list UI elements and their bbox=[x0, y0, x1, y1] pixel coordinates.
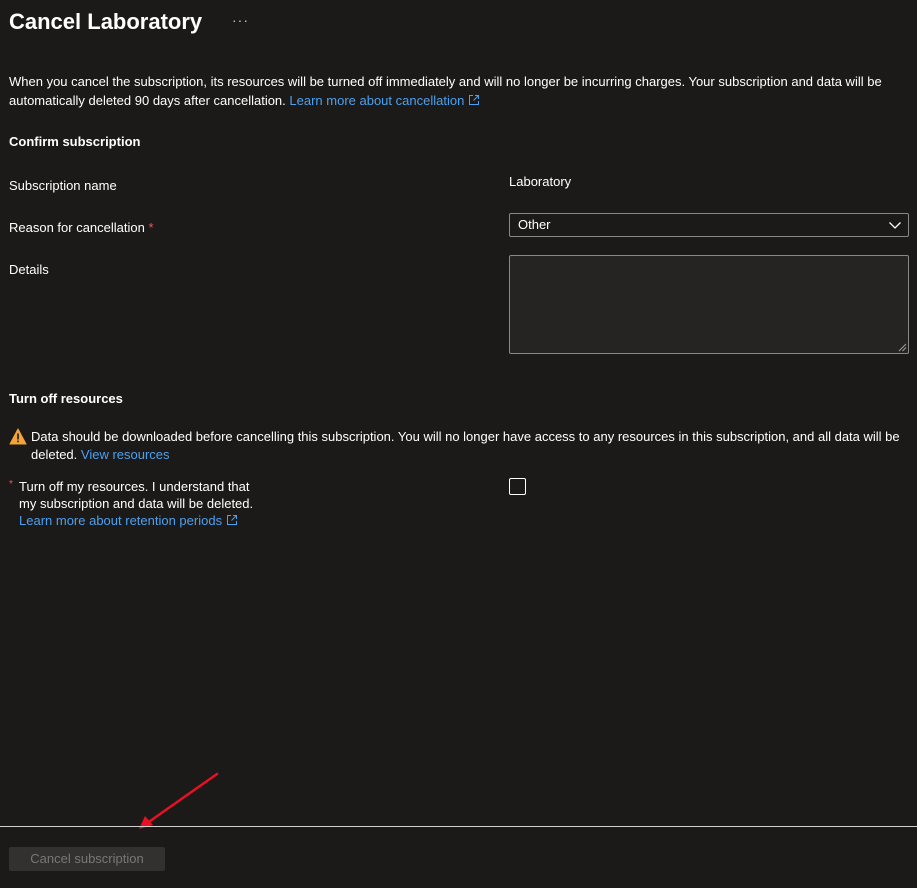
warning-icon bbox=[9, 428, 27, 445]
retention-link[interactable]: Learn more about retention periods bbox=[19, 513, 238, 528]
cancel-subscription-page: Cancel Laboratory ··· When you cancel th… bbox=[0, 0, 917, 888]
resize-grip-icon[interactable] bbox=[898, 343, 907, 352]
view-resources-link[interactable]: View resources bbox=[81, 447, 170, 462]
retention-link-label: Learn more about retention periods bbox=[19, 513, 223, 528]
turn-off-resources-heading: Turn off resources bbox=[9, 391, 123, 406]
warning-message: Data should be downloaded before cancell… bbox=[31, 428, 911, 464]
cancel-subscription-button[interactable]: Cancel subscription bbox=[9, 847, 165, 871]
subscription-name-label: Subscription name bbox=[9, 178, 117, 193]
learn-more-cancellation-link[interactable]: Learn more about cancellation bbox=[289, 93, 480, 108]
intro-paragraph: When you cancel the subscription, its re… bbox=[9, 72, 913, 110]
footer-divider bbox=[0, 826, 917, 827]
details-textarea[interactable] bbox=[509, 255, 909, 354]
external-link-icon bbox=[469, 95, 480, 105]
reason-label-text: Reason for cancellation bbox=[9, 220, 145, 235]
reason-select[interactable]: Other bbox=[509, 213, 909, 237]
ack-checkbox[interactable] bbox=[509, 478, 526, 495]
external-link-icon bbox=[227, 515, 238, 525]
ack-line-2: my subscription and data will be deleted… bbox=[19, 496, 254, 511]
details-label: Details bbox=[9, 262, 49, 277]
learn-more-cancellation-label: Learn more about cancellation bbox=[289, 93, 465, 108]
reason-label: Reason for cancellation * bbox=[9, 219, 154, 237]
page-title: Cancel Laboratory bbox=[9, 9, 203, 34]
required-marker: * bbox=[148, 220, 154, 235]
more-icon[interactable]: ··· bbox=[232, 10, 249, 30]
ack-required-marker: * bbox=[9, 479, 13, 490]
ack-line-1: Turn off my resources. I understand that bbox=[19, 479, 250, 494]
chevron-down-icon bbox=[889, 222, 901, 229]
ack-label: Turn off my resources. I understand that… bbox=[19, 478, 279, 529]
annotation-arrow-icon bbox=[139, 772, 219, 829]
reason-select-value: Other bbox=[518, 217, 551, 232]
subscription-name-value: Laboratory bbox=[509, 174, 572, 189]
confirm-subscription-heading: Confirm subscription bbox=[9, 134, 141, 149]
